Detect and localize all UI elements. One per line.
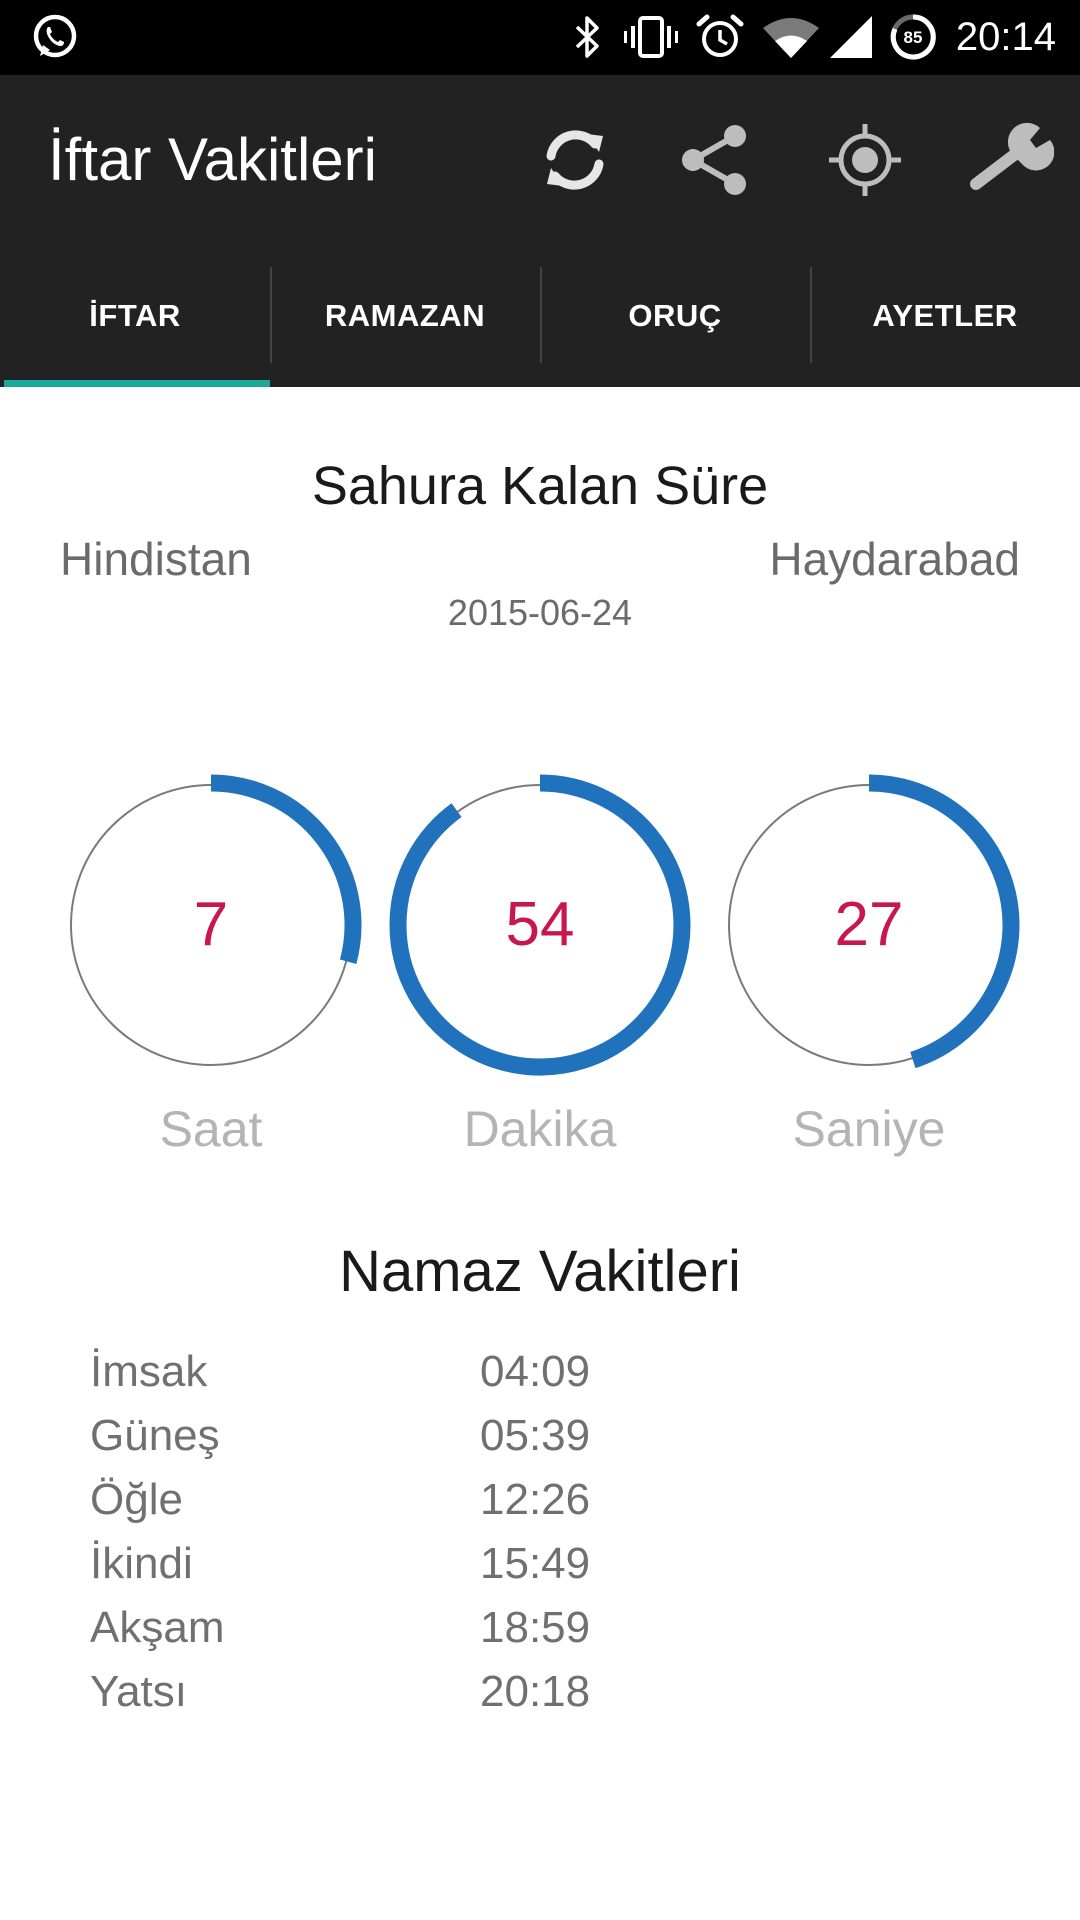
battery-icon: 85 [888,10,938,64]
tab-ayetler[interactable]: AYETLER [810,245,1080,387]
date-label: 2015-06-24 [447,592,633,633]
hours-dial: 7 Saat [56,770,366,1157]
city-label: Haydarabad [769,533,1020,585]
tab-oruc[interactable]: ORUÇ [540,245,810,387]
prayer-time: 20:18 [480,1667,591,1716]
prayer-name: Öğle [90,1475,183,1524]
prayer-time: 04:09 [480,1347,591,1396]
share-icon[interactable] [675,120,755,200]
table-row: Akşam 18:59 [90,1596,790,1660]
countdown-title: Sahura Kalan Süre [311,456,769,516]
prayer-time: 05:39 [480,1411,591,1460]
prayer-time: 15:49 [480,1539,591,1588]
alarm-icon [694,10,746,64]
battery-level: 85 [904,28,923,47]
minutes-value: 54 [505,890,575,959]
tab-ramazan[interactable]: RAMAZAN [270,245,540,387]
prayer-time: 12:26 [480,1475,591,1524]
prayer-time: 18:59 [480,1603,591,1652]
bluetooth-icon [568,10,608,64]
wifi-icon [760,10,822,64]
settings-wrench-icon[interactable] [965,120,1055,200]
refresh-icon[interactable] [535,120,615,200]
country-label: Hindistan [60,533,252,585]
tab-bar: İFTAR RAMAZAN ORUÇ AYETLER [0,245,1080,387]
minutes-dial: 54 Dakika [385,770,695,1157]
cell-signal-icon [826,10,876,64]
vibrate-icon [620,10,682,64]
table-row: İkindi 15:49 [90,1532,790,1596]
status-clock: 20:14 [955,15,1056,59]
prayer-name: Güneş [90,1411,220,1460]
prayer-name: İmsak [90,1347,208,1396]
prayer-times-title: Namaz Vakitleri [339,1239,741,1304]
prayer-times-table: İmsak 04:09 Güneş 05:39 Öğle 12:26 İkind… [90,1340,790,1724]
table-row: İmsak 04:09 [90,1340,790,1404]
tab-iftar[interactable]: İFTAR [0,245,270,387]
location-icon[interactable] [825,120,905,200]
hours-label: Saat [159,1101,263,1157]
prayer-name: Akşam [90,1603,225,1652]
table-row: Güneş 05:39 [90,1404,790,1468]
whatsapp-icon [26,10,84,64]
app-title: İftar Vakitleri [48,126,377,193]
table-row: Yatsı 20:18 [90,1660,790,1724]
status-bar: 85 20:14 [0,0,1080,75]
seconds-value: 27 [834,890,904,959]
minutes-label: Dakika [463,1101,617,1157]
table-row: Öğle 12:26 [90,1468,790,1532]
prayer-name: Yatsı [90,1667,188,1716]
seconds-label: Saniye [792,1101,946,1157]
hours-value: 7 [193,890,229,959]
prayer-name: İkindi [90,1539,193,1588]
app-bar: İftar Vakitleri [0,75,1080,245]
seconds-dial: 27 Saniye [714,770,1024,1157]
